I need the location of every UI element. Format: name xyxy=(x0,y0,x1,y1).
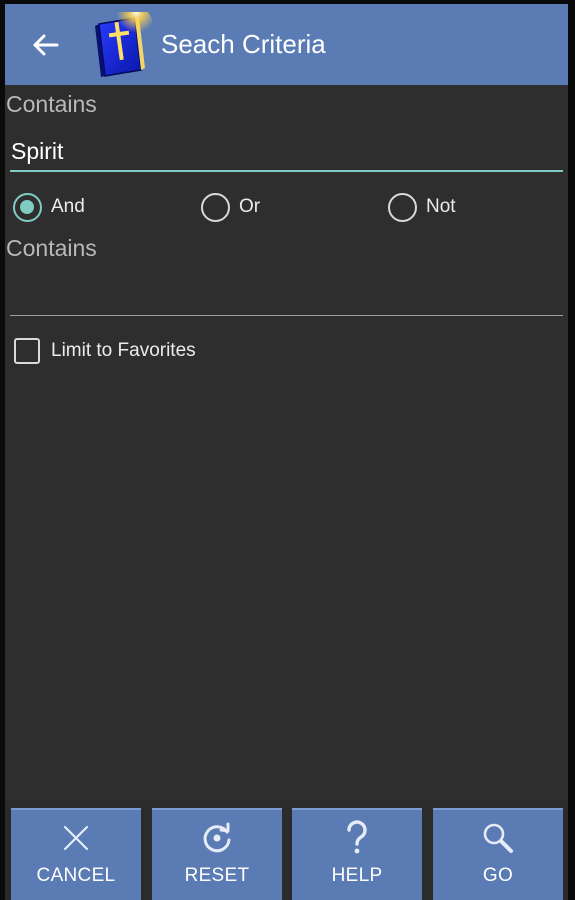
limit-to-favorites-checkbox[interactable]: Limit to Favorites xyxy=(14,336,196,366)
radio-or[interactable]: Or xyxy=(201,190,260,224)
search-criteria-screen: Seach Criteria Contains Spirit And Or No… xyxy=(0,0,575,900)
reset-button[interactable]: RESET xyxy=(152,808,282,900)
help-label: HELP xyxy=(331,865,383,886)
first-contains-label: Contains xyxy=(6,91,97,117)
bible-book-cross-icon xyxy=(95,12,153,77)
page-title: Seach Criteria xyxy=(161,29,326,59)
cancel-label: CANCEL xyxy=(36,865,116,886)
operator-radio-group: And Or Not xyxy=(13,190,563,224)
radio-unchecked-icon xyxy=(201,192,230,222)
help-button[interactable]: HELP xyxy=(292,808,422,900)
second-contains-label: Contains xyxy=(6,235,97,261)
reset-icon xyxy=(203,822,231,853)
close-icon xyxy=(63,825,89,851)
radio-and[interactable]: And xyxy=(13,190,85,224)
limit-to-favorites-label: Limit to Favorites xyxy=(51,340,196,361)
app-toolbar: Seach Criteria xyxy=(5,4,568,85)
radio-not-label: Not xyxy=(426,196,456,217)
radio-unchecked-icon xyxy=(388,192,417,222)
frame-edge-left xyxy=(0,0,5,900)
cancel-button[interactable]: CANCEL xyxy=(11,808,141,900)
back-button[interactable] xyxy=(25,24,67,66)
question-icon xyxy=(347,820,367,854)
radio-or-label: Or xyxy=(239,196,261,217)
go-label: GO xyxy=(482,865,514,886)
checkbox-unchecked-icon xyxy=(14,338,40,364)
arrow-left-icon xyxy=(33,34,59,56)
second-contains-input[interactable] xyxy=(10,280,563,316)
frame-edge-right xyxy=(568,0,575,900)
radio-checked-icon xyxy=(13,192,42,222)
first-contains-input[interactable]: Spirit xyxy=(10,136,563,172)
search-icon xyxy=(483,823,513,853)
action-bar: CANCEL RESET HELP GO xyxy=(0,800,575,900)
radio-not[interactable]: Not xyxy=(388,190,456,224)
go-button[interactable]: GO xyxy=(433,808,563,900)
radio-and-label: And xyxy=(51,196,85,217)
reset-label: RESET xyxy=(184,865,250,886)
